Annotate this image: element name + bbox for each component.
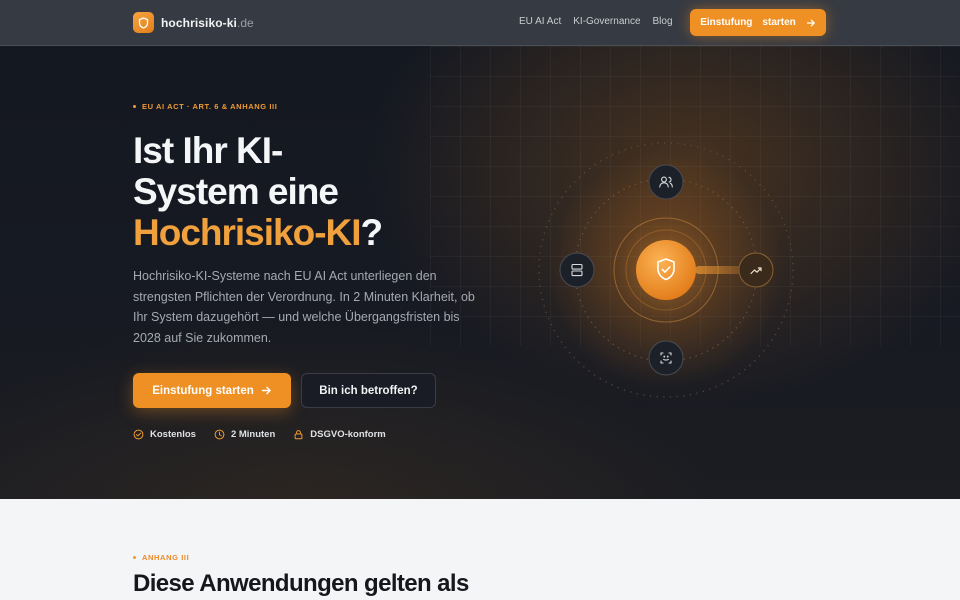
hero-lead: Hochrisiko-KI-Systeme nach EU AI Act unt… [133, 269, 475, 345]
orbit-illustration [535, 142, 797, 404]
headline-end: ? [360, 212, 384, 253]
trust-label-time: 2 Minuten [230, 429, 276, 440]
brand-logo[interactable]: hochrisiko-ki.de [133, 12, 254, 33]
headline-accent: Hochrisiko-KI [133, 212, 362, 253]
hero-section: EU AI ACT · ART. 6 & ANHANG III Ist Ihr … [0, 46, 960, 499]
check-circle-icon [133, 429, 144, 440]
trust-item-gdpr: DSGVO-konform [293, 429, 386, 440]
hero-eyebrow: EU AI ACT · ART. 6 & ANHANG III [133, 102, 277, 111]
orbit-node-face-scan [648, 340, 684, 376]
eyebrow-dot [133, 556, 136, 559]
orbit-node-trend [738, 252, 774, 288]
hero-headline: Ist Ihr KI- System eine Hochrisiko-KI? [133, 130, 453, 253]
trust-label-gdpr: DSGVO-konform [310, 429, 386, 440]
orbit-node-users [648, 164, 684, 200]
trust-badges: Kostenlos 2 Minuten DSGVO-konform [133, 429, 386, 440]
annex-section: ANHANG III Diese Anwendungen gelten als [0, 499, 960, 600]
nav-cta-label-2: starten [762, 17, 796, 28]
start-classification-button[interactable]: Einstufung starten [133, 373, 291, 408]
brand-name: hochrisiko-ki [161, 15, 237, 30]
arrow-right-icon [806, 19, 815, 26]
arrow-right-icon [261, 386, 271, 395]
nav-cta-label: Einstufung [700, 17, 753, 28]
eyebrow-dot [133, 105, 136, 108]
headline-line-2: System eine [133, 171, 339, 212]
start-classification-label: Einstufung starten [152, 384, 254, 397]
trust-label-free: Kostenlos [150, 429, 196, 440]
nav-link-blog[interactable]: Blog [653, 16, 673, 27]
am-i-affected-button[interactable]: Bin ich betroffen? [301, 373, 436, 408]
trust-item-free: Kostenlos [133, 429, 196, 440]
lock-icon [294, 430, 303, 440]
headline-line-1: Ist Ihr KI- [133, 130, 283, 171]
hero-eyebrow-text: EU AI ACT · ART. 6 & ANHANG III [142, 102, 278, 111]
trust-item-time: 2 Minuten [214, 429, 275, 440]
orbit-node-server [559, 252, 595, 288]
nav-link-ki-governance[interactable]: KI-Governance [573, 16, 640, 27]
annex-eyebrow: ANHANG III [133, 553, 189, 562]
clock-icon [214, 429, 225, 440]
nav-cta-button[interactable]: Einstufung starten [690, 9, 826, 36]
shield-icon [133, 12, 154, 33]
top-navigation: hochrisiko-ki.de EU AI Act KI-Governance… [0, 0, 960, 46]
brand-tld: .de [236, 15, 254, 30]
annex-eyebrow-text: ANHANG III [142, 553, 190, 562]
annex-title: Diese Anwendungen gelten als [133, 570, 469, 597]
nav-link-eu-ai-act[interactable]: EU AI Act [519, 16, 561, 27]
nav-links: EU AI Act KI-Governance Blog [519, 16, 673, 27]
am-i-affected-label: Bin ich betroffen? [319, 384, 418, 397]
